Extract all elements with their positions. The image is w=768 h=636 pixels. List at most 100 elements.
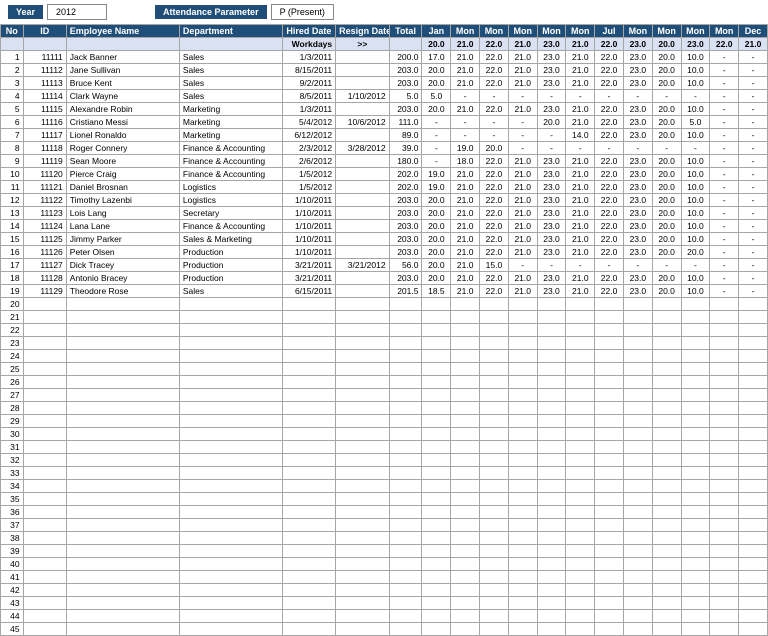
table-row-empty[interactable]: 30 xyxy=(1,428,768,441)
table-row[interactable]: 1811128Antonio BraceyProduction3/21/2011… xyxy=(1,272,768,285)
table-row-empty[interactable]: 33 xyxy=(1,467,768,480)
cell-empty xyxy=(66,610,179,623)
table-row[interactable]: 411114Clark WayneSales8/5/20111/10/20125… xyxy=(1,90,768,103)
table-row-empty[interactable]: 43 xyxy=(1,597,768,610)
cell-empty xyxy=(595,519,624,532)
table-row[interactable]: 1111121Daniel BrosnanLogistics1/5/201220… xyxy=(1,181,768,194)
cell-no: 4 xyxy=(1,90,24,103)
cell-month: 20.0 xyxy=(652,64,681,77)
cell-month: - xyxy=(537,142,566,155)
cell-empty xyxy=(336,363,389,376)
cell-empty xyxy=(595,441,624,454)
cell-empty xyxy=(739,545,768,558)
cell-empty xyxy=(23,298,66,311)
table-row-empty[interactable]: 36 xyxy=(1,506,768,519)
cell-empty xyxy=(179,415,282,428)
table-row-empty[interactable]: 20 xyxy=(1,298,768,311)
table-row[interactable]: 811118Roger ConneryFinance & Accounting2… xyxy=(1,142,768,155)
cell-empty xyxy=(566,506,595,519)
cell-id: 11128 xyxy=(23,272,66,285)
cell-month: - xyxy=(566,259,595,272)
table-row-empty[interactable]: 44 xyxy=(1,610,768,623)
cell-resign xyxy=(336,155,389,168)
table-row[interactable]: 1011120Pierce CraigFinance & Accounting1… xyxy=(1,168,768,181)
cell-empty xyxy=(623,428,652,441)
cell-month: 20.0 xyxy=(652,77,681,90)
cell-month: 22.0 xyxy=(595,116,624,129)
cell-empty xyxy=(389,610,422,623)
table-row-empty[interactable]: 32 xyxy=(1,454,768,467)
hdr-month: Mon xyxy=(480,25,509,38)
hdr-no: No xyxy=(1,25,24,38)
cell-month: 23.0 xyxy=(537,246,566,259)
cell-empty xyxy=(451,623,480,636)
table-row-empty[interactable]: 23 xyxy=(1,337,768,350)
table-row-empty[interactable]: 41 xyxy=(1,571,768,584)
cell-resign xyxy=(336,194,389,207)
cell-empty xyxy=(566,610,595,623)
table-row-empty[interactable]: 24 xyxy=(1,350,768,363)
hdr-dept: Department xyxy=(179,25,282,38)
table-row[interactable]: 511115Alexandre RobinMarketing1/3/201120… xyxy=(1,103,768,116)
cell-name: Jane Sullivan xyxy=(66,64,179,77)
cell-empty xyxy=(66,350,179,363)
table-row-empty[interactable]: 21 xyxy=(1,311,768,324)
sub-wd: 23.0 xyxy=(681,38,710,51)
table-row-empty[interactable]: 35 xyxy=(1,493,768,506)
table-row-empty[interactable]: 39 xyxy=(1,545,768,558)
cell-empty xyxy=(652,467,681,480)
cell-empty xyxy=(739,311,768,324)
table-row-empty[interactable]: 42 xyxy=(1,584,768,597)
table-row[interactable]: 1711127Dick TraceyProduction3/21/20113/2… xyxy=(1,259,768,272)
cell-empty xyxy=(336,519,389,532)
table-row-empty[interactable]: 37 xyxy=(1,519,768,532)
cell-month: 22.0 xyxy=(480,285,509,298)
table-row[interactable]: 111111Jack BannerSales1/3/2011200.017.02… xyxy=(1,51,768,64)
hdr-month: Mon xyxy=(537,25,566,38)
table-row-empty[interactable]: 38 xyxy=(1,532,768,545)
table-row-empty[interactable]: 26 xyxy=(1,376,768,389)
cell-dept: Finance & Accounting xyxy=(179,155,282,168)
param-value[interactable]: P (Present) xyxy=(271,4,334,20)
cell-month: 10.0 xyxy=(681,77,710,90)
cell-empty xyxy=(422,467,451,480)
table-row[interactable]: 1211122Timothy LazenbiLogistics1/10/2011… xyxy=(1,194,768,207)
cell-month: 22.0 xyxy=(480,272,509,285)
cell-empty xyxy=(23,506,66,519)
year-value[interactable]: 2012 xyxy=(47,4,107,20)
table-row-empty[interactable]: 28 xyxy=(1,402,768,415)
table-row-empty[interactable]: 45 xyxy=(1,623,768,636)
table-row-empty[interactable]: 40 xyxy=(1,558,768,571)
cell-empty xyxy=(537,337,566,350)
cell-total: 56.0 xyxy=(389,259,422,272)
table-row[interactable]: 711117Lionel RonaldoMarketing6/12/201289… xyxy=(1,129,768,142)
cell-empty xyxy=(566,311,595,324)
table-row[interactable]: 1411124Lana LaneFinance & Accounting1/10… xyxy=(1,220,768,233)
cell-month: - xyxy=(739,51,768,64)
cell-month: - xyxy=(710,51,739,64)
table-row-empty[interactable]: 31 xyxy=(1,441,768,454)
cell-month: 20.0 xyxy=(652,194,681,207)
cell-resign xyxy=(336,103,389,116)
cell-empty xyxy=(595,402,624,415)
table-row[interactable]: 1311123Lois LangSecretary1/10/2011203.02… xyxy=(1,207,768,220)
cell-empty xyxy=(282,402,335,415)
cell-hired: 1/10/2011 xyxy=(282,246,335,259)
table-row[interactable]: 1911129Theodore RoseSales6/15/2011201.51… xyxy=(1,285,768,298)
cell-empty xyxy=(595,467,624,480)
table-row-empty[interactable]: 25 xyxy=(1,363,768,376)
table-row[interactable]: 311113Bruce KentSales9/2/2011203.020.021… xyxy=(1,77,768,90)
cell-month: - xyxy=(710,272,739,285)
table-row[interactable]: 611116Cristiano MessiMarketing5/4/201210… xyxy=(1,116,768,129)
table-row-empty[interactable]: 29 xyxy=(1,415,768,428)
table-row[interactable]: 1511125Jimmy ParkerSales & Marketing1/10… xyxy=(1,233,768,246)
table-row[interactable]: 911119Sean MooreFinance & Accounting2/6/… xyxy=(1,155,768,168)
table-row-empty[interactable]: 34 xyxy=(1,480,768,493)
cell-empty xyxy=(451,493,480,506)
table-row-empty[interactable]: 27 xyxy=(1,389,768,402)
table-row-empty[interactable]: 22 xyxy=(1,324,768,337)
table-row[interactable]: 1611126Peter OlsenProduction1/10/2011203… xyxy=(1,246,768,259)
cell-empty xyxy=(179,584,282,597)
table-row[interactable]: 211112Jane SullivanSales8/15/2011203.020… xyxy=(1,64,768,77)
cell-month: 20.0 xyxy=(652,155,681,168)
